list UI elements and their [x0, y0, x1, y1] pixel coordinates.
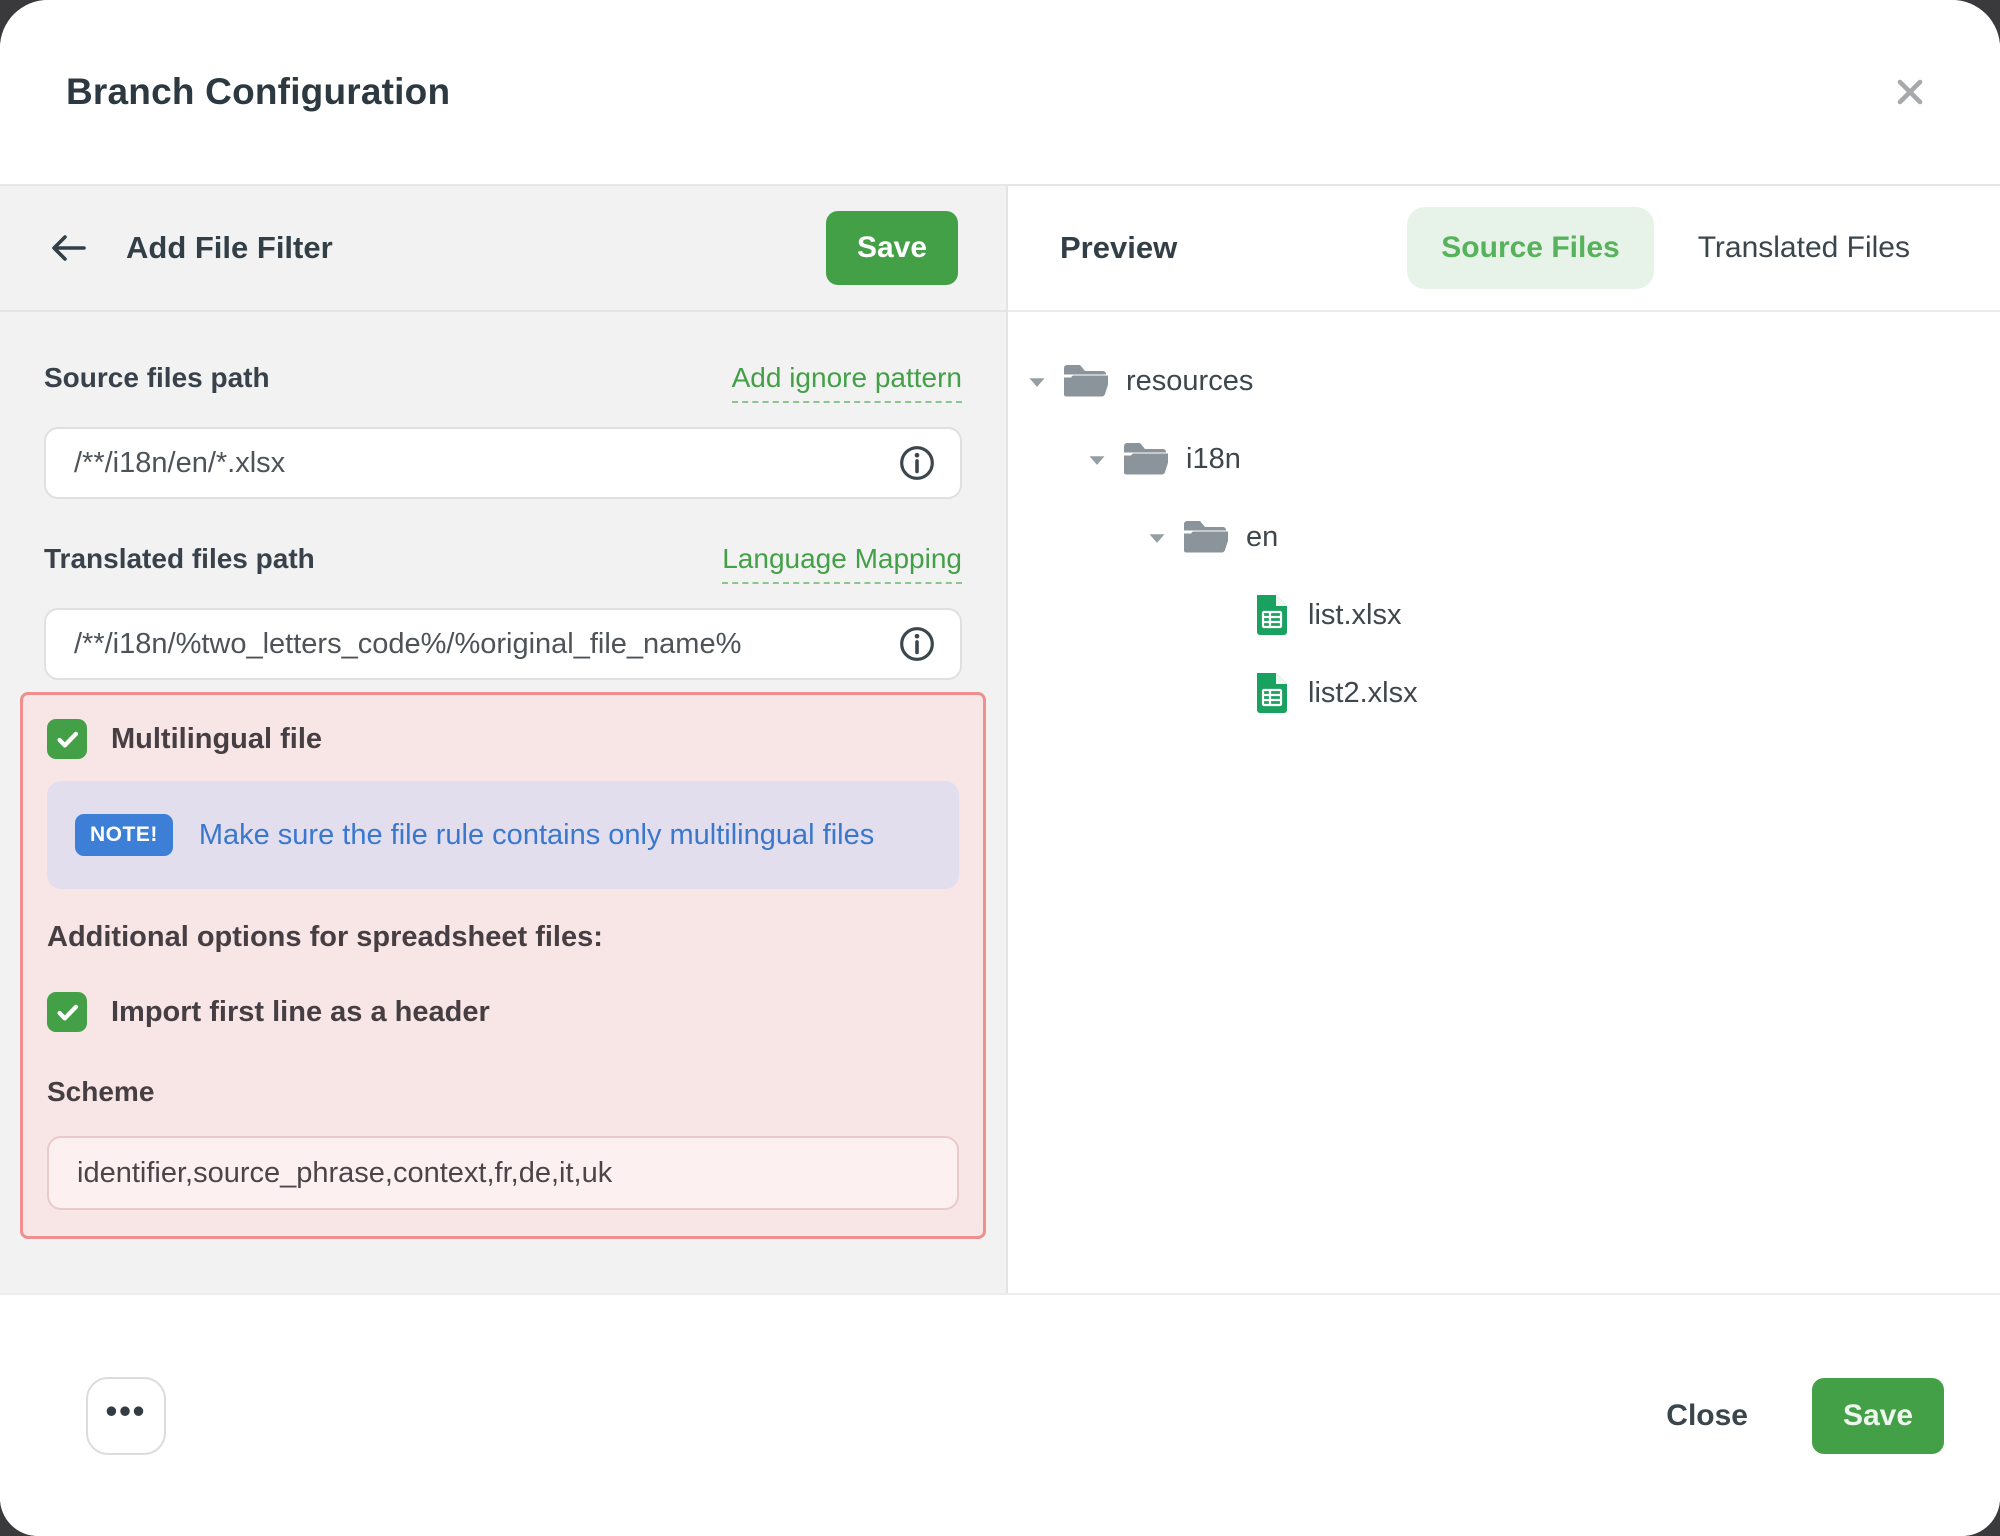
- import-header-checkbox-label: Import first line as a header: [111, 996, 490, 1029]
- modal-main: Add File Filter Save Source files path A…: [0, 186, 2000, 1293]
- spreadsheet-file-icon: [1254, 593, 1290, 637]
- scheme-input[interactable]: [47, 1136, 959, 1210]
- branch-configuration-modal: Branch Configuration Add File Filter: [0, 0, 2000, 1536]
- multilingual-options-section: Multilingual file NOTE! Make sure the fi…: [20, 692, 986, 1239]
- source-path-group: Source files path Add ignore pattern: [44, 362, 962, 499]
- translated-path-input[interactable]: [44, 608, 962, 680]
- caret-down-icon[interactable]: [1086, 452, 1108, 467]
- preview-tabs: Source Files Translated Files: [1407, 207, 1944, 289]
- file-filter-form: Source files path Add ignore pattern: [0, 312, 1006, 1239]
- filter-heading: Add File Filter: [126, 230, 333, 266]
- import-header-checkbox[interactable]: [47, 992, 87, 1032]
- multilingual-checkbox[interactable]: [47, 719, 87, 759]
- preview-toolbar: Preview Source Files Translated Files: [1008, 186, 2000, 312]
- more-options-button[interactable]: •••: [86, 1377, 166, 1455]
- tab-translated-files[interactable]: Translated Files: [1664, 207, 1944, 289]
- ellipsis-icon: •••: [106, 1392, 147, 1430]
- translated-path-label: Translated files path: [44, 543, 315, 575]
- source-path-label: Source files path: [44, 362, 270, 394]
- file-tree: resources i18n: [1008, 312, 2000, 732]
- tab-source-files[interactable]: Source Files: [1407, 207, 1653, 289]
- close-icon: [1893, 75, 1927, 109]
- preview-panel: Preview Source Files Translated Files: [1008, 186, 2000, 1293]
- note-text: Make sure the file rule contains only mu…: [199, 819, 874, 852]
- language-mapping-link[interactable]: Language Mapping: [722, 543, 962, 584]
- source-path-input[interactable]: [44, 427, 962, 499]
- note-box: NOTE! Make sure the file rule contains o…: [47, 781, 959, 889]
- tree-label: i18n: [1186, 443, 1241, 476]
- tree-row-en[interactable]: en: [1026, 498, 1980, 576]
- tree-label: en: [1246, 521, 1278, 554]
- multilingual-checkbox-label: Multilingual file: [111, 723, 322, 756]
- back-button[interactable]: [48, 232, 88, 264]
- modal-save-button[interactable]: Save: [1812, 1378, 1944, 1454]
- tree-row-list2-xlsx[interactable]: list2.xlsx: [1026, 654, 1980, 732]
- close-modal-button[interactable]: [1882, 64, 1938, 120]
- modal-footer: ••• Close Save: [0, 1293, 2000, 1536]
- folder-icon: [1122, 440, 1168, 478]
- spreadsheet-file-icon: [1254, 671, 1290, 715]
- modal-header: Branch Configuration: [0, 0, 2000, 186]
- tree-row-list-xlsx[interactable]: list.xlsx: [1026, 576, 1980, 654]
- caret-down-icon[interactable]: [1026, 374, 1048, 389]
- folder-icon: [1062, 362, 1108, 400]
- caret-down-icon[interactable]: [1146, 530, 1168, 545]
- scheme-label: Scheme: [47, 1076, 959, 1108]
- file-filter-panel: Add File Filter Save Source files path A…: [0, 186, 1008, 1293]
- screen-background: Branch Configuration Add File Filter: [0, 0, 2000, 1536]
- folder-icon: [1182, 518, 1228, 556]
- info-icon[interactable]: [898, 444, 936, 482]
- info-icon[interactable]: [898, 625, 936, 663]
- checkmark-icon: [54, 726, 81, 753]
- checkmark-icon: [54, 999, 81, 1026]
- back-arrow-icon: [48, 232, 88, 264]
- modal-title: Branch Configuration: [66, 71, 450, 113]
- spreadsheet-options-heading: Additional options for spreadsheet files…: [47, 921, 959, 954]
- import-header-checkbox-row: Import first line as a header: [47, 992, 959, 1032]
- tree-row-resources[interactable]: resources: [1026, 342, 1980, 420]
- tree-label: list.xlsx: [1308, 599, 1401, 632]
- tree-row-i18n[interactable]: i18n: [1026, 420, 1980, 498]
- note-badge: NOTE!: [75, 814, 173, 856]
- close-button[interactable]: Close: [1660, 1398, 1754, 1434]
- tree-label: list2.xlsx: [1308, 677, 1418, 710]
- file-filter-toolbar: Add File Filter Save: [0, 186, 1006, 312]
- filter-save-button[interactable]: Save: [826, 211, 958, 285]
- tree-label: resources: [1126, 365, 1253, 398]
- add-ignore-pattern-link[interactable]: Add ignore pattern: [732, 362, 962, 403]
- preview-heading: Preview: [1060, 230, 1177, 266]
- multilingual-checkbox-row: Multilingual file: [47, 719, 959, 759]
- footer-actions: Close Save: [1660, 1378, 1944, 1454]
- translated-path-group: Translated files path Language Mapping: [44, 543, 962, 680]
